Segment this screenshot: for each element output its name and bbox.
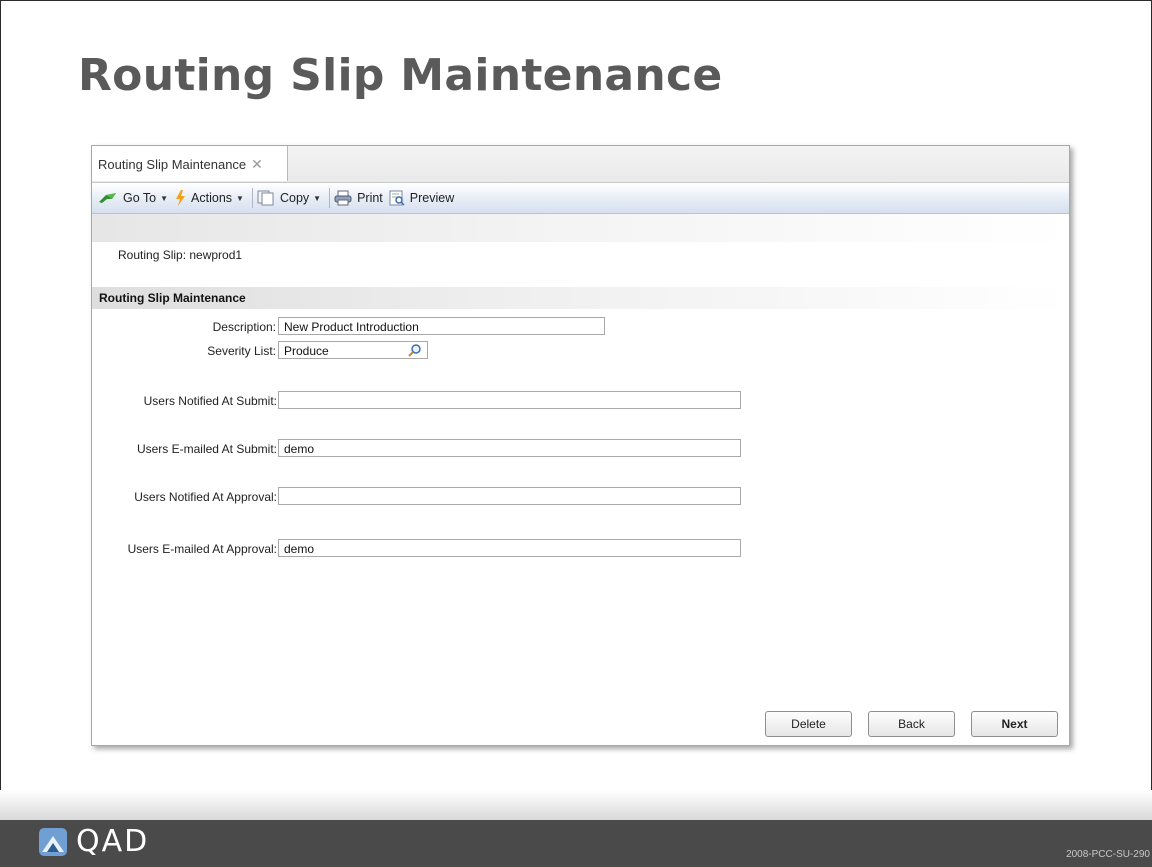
actions-label: Actions: [191, 191, 233, 205]
header-band: [92, 214, 1069, 242]
description-label: Description:: [212, 320, 276, 334]
preview-icon: [389, 190, 405, 206]
goto-menu[interactable]: Go To ▼: [98, 191, 168, 205]
tab-routing-slip-maintenance[interactable]: Routing Slip Maintenance ✕: [92, 146, 288, 181]
slide-code: 2008-PCC-SU-290: [1066, 849, 1150, 860]
toolbar-separator: [251, 188, 253, 208]
toolbar-separator: [329, 188, 331, 208]
back-button[interactable]: Back: [868, 711, 955, 737]
chevron-down-icon: ▼: [313, 193, 322, 203]
preview-button[interactable]: Preview: [389, 190, 454, 206]
description-field[interactable]: New Product Introduction: [278, 317, 605, 335]
chevron-down-icon: ▼: [236, 193, 244, 203]
tab-label: Routing Slip Maintenance: [98, 157, 247, 172]
magnifier-icon[interactable]: [408, 343, 422, 357]
actions-menu[interactable]: Actions ▼: [174, 190, 244, 206]
printer-icon: [334, 190, 352, 206]
severity-list-field[interactable]: Produce: [278, 341, 428, 359]
users-emailed-approval-field[interactable]: demo: [278, 539, 741, 557]
users-notified-approval-field[interactable]: [278, 487, 741, 505]
app-window: Routing Slip Maintenance ✕ Go To ▼ Action…: [91, 145, 1070, 746]
users-notified-submit-field[interactable]: [278, 391, 741, 409]
close-icon[interactable]: ✕: [251, 156, 263, 172]
print-label: Print: [357, 191, 383, 205]
routing-slip-id: Routing Slip: newprod1: [118, 248, 243, 262]
users-notified-approval-label: Users Notified At Approval:: [134, 490, 277, 504]
footer-fade: [0, 790, 1152, 820]
tab-strip: Routing Slip Maintenance ✕: [92, 146, 1069, 183]
delete-button[interactable]: Delete: [765, 711, 852, 737]
next-button[interactable]: Next: [971, 711, 1058, 737]
footer-bar: [0, 820, 1152, 867]
copy-icon: [257, 190, 274, 206]
qad-logo-icon: [39, 827, 67, 856]
lightning-icon: [176, 190, 186, 206]
slide-title: Routing Slip Maintenance: [78, 50, 723, 101]
qad-logo: QAD: [38, 824, 149, 859]
copy-menu[interactable]: Copy ▼: [257, 190, 321, 206]
logo-text: QAD: [76, 824, 150, 859]
print-button[interactable]: Print: [334, 190, 383, 206]
users-emailed-approval-label: Users E-mailed At Approval:: [127, 542, 277, 556]
preview-label: Preview: [409, 191, 455, 205]
goto-label: Go To: [123, 191, 157, 205]
green-arrow-icon: [99, 193, 116, 203]
users-emailed-submit-label: Users E-mailed At Submit:: [136, 442, 277, 456]
copy-label: Copy: [279, 191, 310, 205]
users-notified-submit-label: Users Notified At Submit:: [143, 394, 277, 408]
section-header: Routing Slip Maintenance: [92, 287, 1069, 309]
users-emailed-submit-field[interactable]: demo: [278, 439, 741, 457]
toolbar: Go To ▼ Actions ▼ Copy ▼ Print Preview: [92, 183, 1069, 214]
severity-list-label: Severity List:: [207, 344, 276, 358]
chevron-down-icon: ▼: [160, 193, 169, 203]
severity-list-value: Produce: [284, 344, 329, 358]
